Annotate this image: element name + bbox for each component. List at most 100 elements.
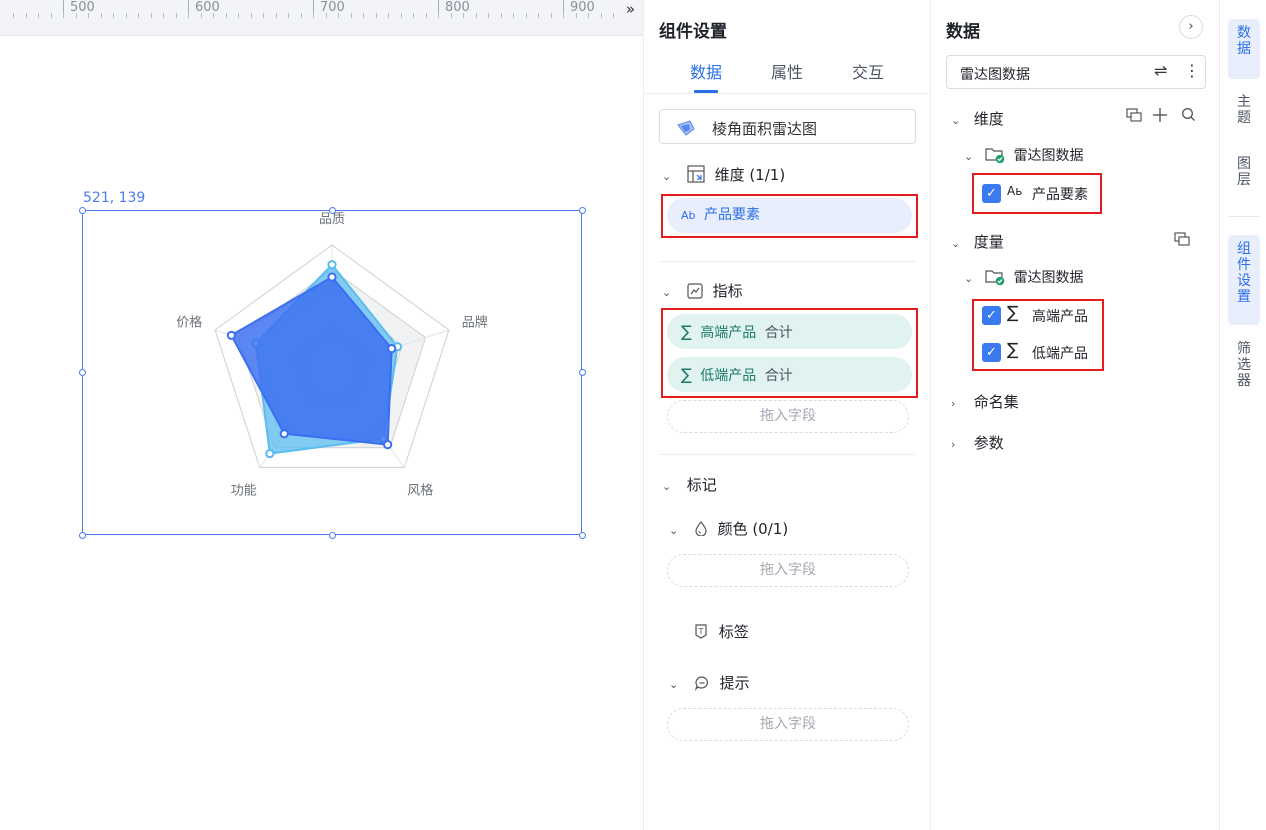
- color-mark-label: 颜色 (0/1): [717, 520, 789, 538]
- ruler-minor-tick: [363, 13, 364, 18]
- color-drop-zone[interactable]: 拖入字段: [667, 554, 909, 587]
- tab-data[interactable]: 数据: [690, 59, 722, 83]
- chevron-down-icon: ⌄: [964, 272, 974, 285]
- radar-data-point: [387, 344, 397, 354]
- ruler-minor-tick: [438, 13, 439, 18]
- ruler-minor-tick: [588, 13, 589, 18]
- ruler-minor-tick: [76, 13, 77, 18]
- radar-axis-label: 风格: [407, 482, 433, 498]
- tabs-divider: [644, 93, 931, 94]
- named-sets-group[interactable]: › 命名集: [951, 391, 1019, 412]
- chevron-right-icon: ›: [951, 397, 956, 410]
- measure-drop-zone[interactable]: 拖入字段: [667, 400, 909, 433]
- ruler-minor-tick: [501, 13, 502, 18]
- ruler-expand-icon[interactable]: »: [626, 0, 635, 18]
- measure-line-icon: [687, 283, 703, 299]
- tab-properties[interactable]: 属性: [771, 59, 803, 83]
- ruler-minor-tick: [351, 13, 352, 18]
- rail-item-data[interactable]: 数据: [1228, 19, 1260, 79]
- dimension-group[interactable]: ⌄ 维度: [951, 108, 1004, 129]
- dimension-section-header[interactable]: ⌄ 维度 (1/1): [662, 164, 785, 185]
- add-icon[interactable]: [1152, 107, 1168, 123]
- chevron-right-icon: ›: [951, 438, 956, 451]
- dimension-group-label: 维度: [973, 110, 1004, 128]
- ruler-minor-tick: [426, 13, 427, 18]
- ruler-minor-tick: [326, 13, 327, 18]
- highlight-box: [661, 308, 918, 398]
- parameters-group[interactable]: › 参数: [951, 432, 1004, 453]
- ruler-minor-tick: [276, 13, 277, 18]
- dataset-name: 雷达图数据: [960, 67, 1030, 83]
- marks-section-header[interactable]: ⌄ 标记: [662, 474, 717, 495]
- ruler-minor-tick: [163, 13, 164, 18]
- chevron-down-icon: ⌄: [964, 150, 974, 163]
- copy-icon[interactable]: [1126, 108, 1142, 122]
- chart-type-label: 棱角面积雷达图: [712, 120, 818, 138]
- radar-data-point: [327, 260, 337, 270]
- rail-item-theme[interactable]: 主题: [1228, 88, 1260, 134]
- rail-item-label: 筛选器: [1237, 341, 1251, 389]
- component-settings-panel: 组件设置 数据 属性 交互 棱角面积雷达图 ⌄ 维度 (1/1) Ab 产品要素…: [643, 0, 931, 830]
- svg-text:T: T: [698, 627, 704, 636]
- ruler-minor-tick: [201, 13, 202, 18]
- ruler-minor-tick: [401, 13, 402, 18]
- label-tag-icon: T: [695, 624, 707, 639]
- tooltip-drop-zone[interactable]: 拖入字段: [667, 708, 909, 741]
- switch-dataset-icon[interactable]: ⇌: [1154, 61, 1167, 80]
- radar-axis-label: 价格: [176, 315, 202, 331]
- canvas-area[interactable]: 500 600 700 800 900 » 521, 139 品质 品牌 风格 功能 价…: [0, 0, 643, 830]
- ruler-minor-tick: [238, 13, 239, 18]
- color-drop-icon: [695, 521, 707, 537]
- dimension-dataset-node[interactable]: ⌄ 雷达图数据: [964, 145, 1084, 165]
- ruler-minor-tick: [476, 13, 477, 18]
- folder-check-icon: [985, 270, 1005, 286]
- measure-group[interactable]: ⌄ 度量: [951, 231, 1004, 252]
- side-rail: 数据 主题 图层 组件设置 筛选器: [1219, 0, 1266, 830]
- chart-type-selector[interactable]: 棱角面积雷达图: [659, 109, 916, 144]
- ruler-minor-tick: [526, 13, 527, 18]
- named-sets-label: 命名集: [973, 393, 1019, 411]
- label-mark-header[interactable]: T 标签: [694, 621, 749, 642]
- highlight-box: [661, 194, 918, 238]
- dataset-selector[interactable]: 雷达图数据 ⇌ ⋮: [946, 55, 1206, 89]
- dimension-header-label: 维度 (1/1): [714, 166, 786, 184]
- radar-data-point: [279, 429, 289, 439]
- radar-data-point: [327, 272, 337, 282]
- ruler-minor-tick: [251, 13, 252, 18]
- more-options-icon[interactable]: ⋮: [1184, 61, 1200, 80]
- rail-item-label: 组件设置: [1237, 241, 1251, 305]
- rail-item-component-settings[interactable]: 组件设置: [1228, 235, 1260, 325]
- ruler-minor-tick: [51, 13, 52, 18]
- ruler-minor-tick: [213, 13, 214, 18]
- ruler-minor-tick: [313, 13, 314, 18]
- highlight-box: [972, 299, 1104, 371]
- tab-interaction[interactable]: 交互: [852, 59, 884, 83]
- dimension-axis-icon: [687, 165, 705, 183]
- search-icon[interactable]: [1181, 107, 1196, 122]
- copy-icon[interactable]: [1174, 232, 1190, 246]
- tooltip-mark-header[interactable]: ⌄ 提示: [669, 672, 750, 693]
- chevron-down-icon: ⌄: [662, 170, 672, 183]
- rail-item-filters[interactable]: 筛选器: [1228, 335, 1260, 397]
- data-panel: 数据 › 雷达图数据 ⇌ ⋮ ⌄ 维度 ⌄ 雷达图数据 ✓ Aь 产品要素 ⌄ …: [931, 0, 1219, 830]
- ruler-minor-tick: [138, 13, 139, 18]
- ruler-label: 900: [570, 0, 595, 15]
- ruler-minor-tick: [113, 13, 114, 18]
- rail-divider: [1228, 216, 1260, 217]
- data-panel-title: 数据: [946, 22, 980, 42]
- dataset-node-label: 雷达图数据: [1013, 148, 1084, 164]
- ruler-minor-tick: [263, 13, 264, 18]
- ruler-label: 800: [445, 0, 470, 15]
- ruler-minor-tick: [88, 13, 89, 18]
- measure-section-header[interactable]: ⌄ 指标: [662, 280, 743, 301]
- color-mark-header[interactable]: ⌄ 颜色 (0/1): [669, 518, 788, 539]
- folder-check-icon: [985, 148, 1005, 164]
- rail-item-layers[interactable]: 图层: [1228, 150, 1260, 196]
- radar-axis-label: 品质: [319, 212, 345, 227]
- radar-chart[interactable]: 品质品牌风格 功能 价格: [82, 210, 582, 535]
- measure-dataset-node[interactable]: ⌄ 雷达图数据: [964, 267, 1084, 287]
- ruler-minor-tick: [338, 13, 339, 18]
- ruler-minor-tick: [126, 13, 127, 18]
- chevron-right-icon[interactable]: ›: [1179, 15, 1203, 39]
- chevron-down-icon: ⌄: [669, 678, 679, 691]
